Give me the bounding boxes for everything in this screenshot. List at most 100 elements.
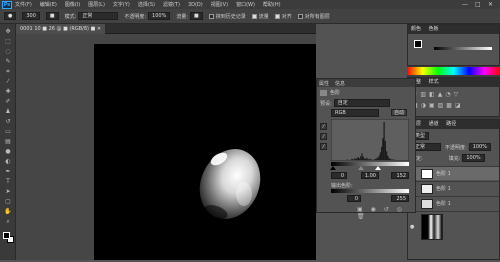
- black-point-eyedropper-icon[interactable]: ⁄: [320, 123, 327, 130]
- tab-swatches[interactable]: 色板: [429, 26, 439, 32]
- tab-info[interactable]: 信息: [335, 80, 345, 87]
- brush-icon[interactable]: ✐: [3, 98, 13, 105]
- tab-color[interactable]: 颜色: [411, 26, 421, 32]
- pen-icon[interactable]: ✒: [3, 168, 13, 175]
- flow-pct-label: 流量: [258, 13, 269, 20]
- input-black-field[interactable]: 0: [331, 172, 347, 179]
- tool-preset-picker[interactable]: ●: [4, 12, 17, 20]
- healing-icon[interactable]: ✚: [3, 88, 13, 95]
- brush-panel-button[interactable]: ■: [45, 12, 59, 20]
- brush-tip-icon[interactable]: ●: [4, 12, 17, 20]
- input-gamma-field[interactable]: 1.00: [361, 172, 379, 179]
- menu-type[interactable]: 文字(Y): [113, 1, 130, 8]
- layer-row[interactable]: ● 色阶 1: [408, 181, 499, 195]
- menu-filter[interactable]: 滤镜(T): [163, 1, 180, 8]
- erase-history-check[interactable]: [208, 13, 214, 19]
- layer-name[interactable]: 色阶 1: [436, 200, 451, 207]
- minimize-button[interactable]: —: [462, 1, 468, 8]
- menu-window[interactable]: 窗口(W): [236, 1, 255, 8]
- adjustment-icons-row1[interactable]: ☀▥◧▲◔▽: [412, 91, 461, 98]
- menu-image[interactable]: 图像(I): [65, 1, 80, 8]
- sample-all-checkbox[interactable]: 对所有图层: [297, 13, 330, 20]
- quick-select-icon[interactable]: ✎: [3, 58, 13, 65]
- adjustments-panel: 调整 样式 ☀▥◧▲◔▽ ▦◑▣▨▩◪: [407, 77, 500, 117]
- eyedropper-icon[interactable]: ⁄: [3, 78, 13, 85]
- hand-icon[interactable]: ✋: [3, 208, 13, 215]
- input-gamma-slider[interactable]: [358, 166, 364, 170]
- layer-name[interactable]: 色阶 1: [436, 185, 451, 192]
- layer-row[interactable]: ●: [408, 211, 499, 241]
- align-checkbox[interactable]: 对齐: [274, 13, 292, 20]
- tab-styles[interactable]: 样式: [429, 79, 439, 85]
- canvas-area[interactable]: [16, 34, 316, 260]
- document-tab[interactable]: 0001 10 ■ 26 @ ■ (RGB/8) ■ ✕: [16, 24, 106, 34]
- opacity-label: 不透明度:: [124, 13, 147, 20]
- zoom-icon[interactable]: ⌕: [3, 218, 13, 225]
- gradient-icon[interactable]: ▤: [3, 138, 13, 145]
- history-brush-icon[interactable]: ↺: [3, 118, 13, 125]
- flow-pct-checkbox[interactable]: 流量: [251, 13, 269, 20]
- properties-footer-icons[interactable]: ▣ ◉ ↺ ◎ 🗑: [357, 206, 415, 220]
- type-icon[interactable]: T: [3, 178, 13, 185]
- layer-opacity-field[interactable]: 100%: [468, 143, 491, 151]
- tab-channels[interactable]: 通道: [429, 121, 439, 127]
- sample-all-label: 对所有图层: [304, 13, 330, 20]
- brush-size-dropdown[interactable]: 300: [22, 12, 40, 20]
- menu-help[interactable]: 帮助(H): [263, 1, 281, 8]
- path-select-icon[interactable]: ➤: [3, 188, 13, 195]
- lasso-icon[interactable]: ◌: [3, 48, 13, 55]
- eye-icon[interactable]: ●: [410, 224, 418, 230]
- menu-file[interactable]: 文件(F): [15, 1, 32, 8]
- white-point-eyedropper-icon[interactable]: ⁄: [320, 143, 327, 150]
- close-button[interactable]: ✕: [488, 1, 493, 8]
- tab-properties[interactable]: 属性: [319, 80, 329, 87]
- output-black-field[interactable]: 0: [347, 195, 361, 202]
- layer-row[interactable]: ● 色阶 1: [408, 166, 499, 180]
- input-white-field[interactable]: 152: [391, 172, 409, 179]
- adjustment-icons-row2[interactable]: ▦◑▣▨▩◪: [412, 102, 464, 109]
- align-check[interactable]: [274, 13, 280, 19]
- layer-row[interactable]: ● 色阶 1: [408, 196, 499, 210]
- properties-panel: 属性 信息 色阶 预设: 自定 RGB 自动 ⁄ ⁄ ⁄ 0 1.00 152 …: [316, 78, 416, 220]
- eraser-icon[interactable]: ▭: [3, 128, 13, 135]
- menu-edit[interactable]: 编辑(E): [40, 1, 57, 8]
- maximize-button[interactable]: □: [475, 1, 481, 8]
- channel-dropdown[interactable]: RGB: [331, 109, 379, 117]
- foreground-color-swatch[interactable]: [3, 232, 10, 239]
- gray-point-eyedropper-icon[interactable]: ⁄: [320, 133, 327, 140]
- crop-icon[interactable]: ⌗: [3, 68, 13, 75]
- color-slider[interactable]: [434, 47, 492, 50]
- opacity-field[interactable]: 100%: [148, 12, 171, 20]
- input-black-slider[interactable]: [330, 166, 336, 170]
- shape-icon[interactable]: ▢: [3, 198, 13, 205]
- sample-all-check[interactable]: [297, 13, 303, 19]
- mode-dropdown[interactable]: 正常: [78, 12, 119, 20]
- histogram-bar: [356, 157, 358, 160]
- output-white-field[interactable]: 255: [391, 195, 409, 202]
- document-canvas[interactable]: [94, 44, 316, 260]
- marquee-icon[interactable]: ⬚: [3, 38, 13, 45]
- menu-select[interactable]: 选择(S): [138, 1, 155, 8]
- move-icon[interactable]: ✥: [3, 28, 13, 35]
- erase-history-checkbox[interactable]: 抹到历史记录: [208, 13, 246, 20]
- auto-button[interactable]: 自动: [391, 109, 408, 116]
- blur-icon[interactable]: ●: [3, 148, 13, 155]
- input-white-slider[interactable]: [375, 166, 381, 170]
- fill-field[interactable]: 100%: [462, 154, 485, 162]
- clone-stamp-icon[interactable]: ♟: [3, 108, 13, 115]
- menu-layer[interactable]: 图层(L): [88, 1, 105, 8]
- output-levels-label: 输出色阶:: [331, 183, 353, 189]
- color-panel-fg-swatch[interactable]: [414, 40, 422, 48]
- menu-3d[interactable]: 3D(D): [188, 2, 203, 8]
- histogram-bar: [365, 158, 367, 160]
- align-label: 对齐: [281, 13, 292, 20]
- color-spectrum-bar[interactable]: [407, 67, 500, 75]
- flow-pct-check[interactable]: [251, 13, 257, 19]
- dodge-icon[interactable]: ◐: [3, 158, 13, 165]
- menu-view[interactable]: 视图(V): [211, 1, 228, 8]
- flow-field[interactable]: ■: [190, 12, 203, 20]
- histogram-bar: [354, 158, 356, 160]
- layer-name[interactable]: 色阶 1: [436, 170, 451, 177]
- preset-dropdown[interactable]: 自定: [333, 99, 390, 107]
- tab-paths[interactable]: 路径: [446, 121, 456, 127]
